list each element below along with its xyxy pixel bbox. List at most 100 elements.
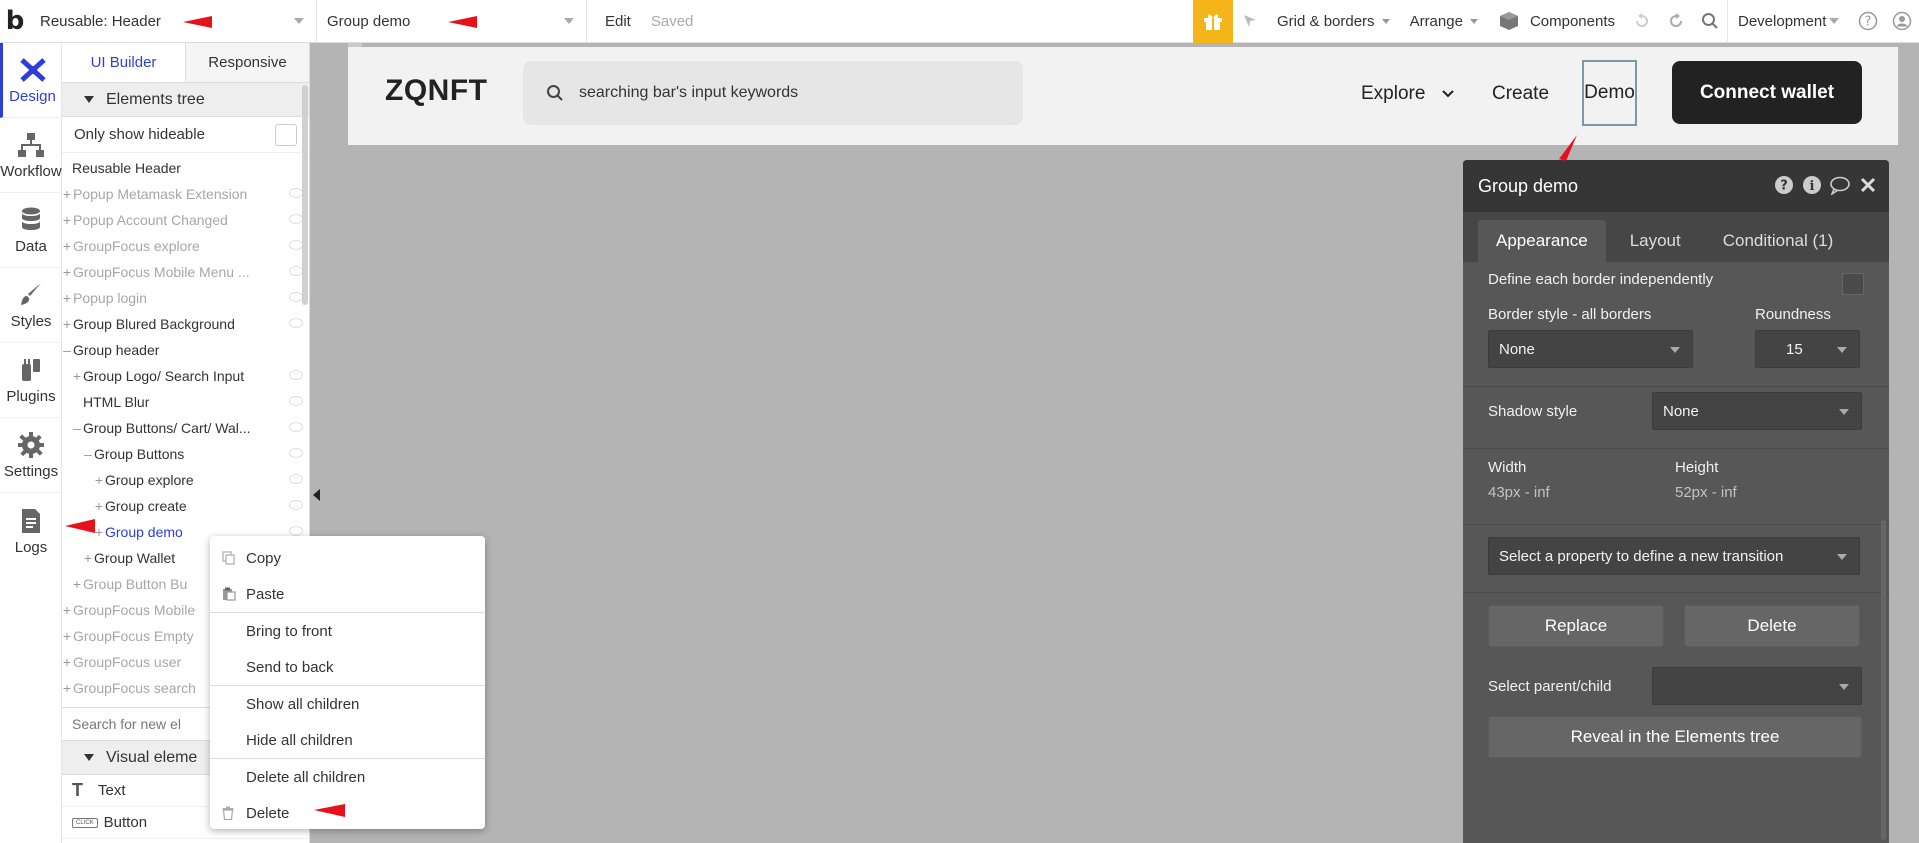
expand-plus-icon[interactable]: + xyxy=(62,212,72,228)
collapse-minus-icon[interactable]: – xyxy=(83,446,93,462)
nav-demo-selected[interactable]: Demo xyxy=(1582,60,1637,126)
reveal-in-tree-button[interactable]: Reveal in the Elements tree xyxy=(1488,716,1862,758)
menu-item-delete-all-children[interactable]: Delete all children xyxy=(210,759,485,795)
tree-item[interactable]: Reusable Header xyxy=(62,155,309,181)
property-editor-scrollbar[interactable] xyxy=(1881,520,1886,840)
account-button[interactable] xyxy=(1885,0,1919,43)
comment-button[interactable] xyxy=(1829,174,1851,196)
rail-item-styles[interactable]: Styles xyxy=(0,268,62,343)
define-border-checkbox[interactable] xyxy=(1842,273,1864,295)
delete-button[interactable]: Delete xyxy=(1684,605,1860,647)
rail-item-logs[interactable]: Logs xyxy=(0,493,62,568)
eye-icon[interactable] xyxy=(289,318,303,328)
tab-layout[interactable]: Layout xyxy=(1612,220,1699,262)
tree-item[interactable]: – Group Buttons xyxy=(62,441,309,467)
tree-item[interactable]: + Popup login xyxy=(62,285,309,311)
property-editor-header[interactable]: Group demo ? i xyxy=(1463,160,1889,212)
info-button[interactable]: i xyxy=(1801,174,1823,196)
select-parent-dropdown[interactable] xyxy=(1652,667,1862,705)
redo-button[interactable] xyxy=(1659,0,1693,43)
element-selector[interactable]: Group demo xyxy=(317,0,587,43)
edit-menu[interactable]: Edit xyxy=(587,0,641,43)
rail-item-design[interactable]: Design xyxy=(0,43,62,118)
rail-item-plugins[interactable]: Plugins xyxy=(0,343,62,418)
shadow-style-select[interactable]: None xyxy=(1652,392,1862,430)
width-value[interactable]: 43px - inf xyxy=(1488,484,1550,501)
expand-plus-icon[interactable]: + xyxy=(94,524,104,540)
help-button[interactable]: ? xyxy=(1773,174,1795,196)
undo-button[interactable] xyxy=(1625,0,1659,43)
eye-icon[interactable] xyxy=(289,422,303,432)
only-show-hideable-checkbox[interactable] xyxy=(275,123,297,146)
expand-plus-icon[interactable]: + xyxy=(72,576,82,592)
tree-item[interactable]: HTML Blur xyxy=(62,389,309,415)
tree-item[interactable]: – Group Buttons/ Cart/ Wal... xyxy=(62,415,309,441)
rail-item-data[interactable]: Data xyxy=(0,193,62,268)
menu-item-bring-to-front[interactable]: Bring to front xyxy=(210,613,485,649)
eye-icon[interactable] xyxy=(289,292,303,302)
replace-button[interactable]: Replace xyxy=(1488,605,1664,647)
expand-plus-icon[interactable]: + xyxy=(62,290,72,306)
expand-plus-icon[interactable]: + xyxy=(62,602,72,618)
elements-tree-header[interactable]: Elements tree xyxy=(62,83,309,117)
tree-item[interactable]: + GroupFocus explore xyxy=(62,233,309,259)
connect-wallet-button[interactable]: Connect wallet xyxy=(1672,61,1862,124)
nav-create[interactable]: Create xyxy=(1492,83,1549,105)
gift-button[interactable] xyxy=(1193,0,1234,43)
nav-explore[interactable]: Explore xyxy=(1361,83,1455,105)
collapse-minus-icon[interactable]: – xyxy=(72,420,82,436)
tab-responsive[interactable]: Responsive xyxy=(186,43,309,82)
canvas-search-bar[interactable]: searching bar's input keywords xyxy=(523,61,1023,125)
menu-item-send-to-back[interactable]: Send to back xyxy=(210,649,485,685)
eye-icon[interactable] xyxy=(289,214,303,224)
rail-item-workflow[interactable]: Workflow xyxy=(0,118,62,193)
expand-plus-icon[interactable]: + xyxy=(62,186,72,202)
eye-icon[interactable] xyxy=(289,474,303,484)
search-button[interactable] xyxy=(1693,0,1727,43)
environment-selector[interactable]: Development xyxy=(1727,0,1851,43)
menu-item-copy[interactable]: Copy xyxy=(210,540,485,576)
tree-item[interactable]: + Group explore xyxy=(62,467,309,493)
expand-plus-icon[interactable]: + xyxy=(62,316,72,332)
select-tool-button[interactable] xyxy=(1233,0,1267,43)
menu-item-hide-all-children[interactable]: Hide all children xyxy=(210,722,485,758)
eye-icon[interactable] xyxy=(289,266,303,276)
expand-plus-icon[interactable]: + xyxy=(83,550,93,566)
tree-item[interactable]: + Group create xyxy=(62,493,309,519)
tab-appearance[interactable]: Appearance xyxy=(1478,220,1606,262)
menu-item-paste[interactable]: Paste xyxy=(210,576,485,612)
menu-item-delete[interactable]: Delete xyxy=(210,795,485,831)
expand-plus-icon[interactable]: + xyxy=(72,368,82,384)
bubble-logo[interactable]: b xyxy=(0,0,30,43)
eye-icon[interactable] xyxy=(289,526,303,536)
border-style-select[interactable]: None xyxy=(1488,330,1693,368)
collapse-minus-icon[interactable]: – xyxy=(62,342,72,358)
expand-plus-icon[interactable]: + xyxy=(94,472,104,488)
eye-icon[interactable] xyxy=(289,188,303,198)
help-button[interactable]: ? xyxy=(1851,0,1885,43)
expand-plus-icon[interactable]: + xyxy=(94,498,104,514)
tab-conditional[interactable]: Conditional (1) xyxy=(1705,220,1852,262)
page-selector[interactable]: Reusable: Header xyxy=(30,0,317,43)
menu-item-show-all-children[interactable]: Show all children xyxy=(210,686,485,722)
expand-plus-icon[interactable]: + xyxy=(62,654,72,670)
components-button[interactable]: Components xyxy=(1488,0,1625,43)
eye-icon[interactable] xyxy=(289,240,303,250)
expand-plus-icon[interactable]: + xyxy=(62,628,72,644)
expand-plus-icon[interactable]: + xyxy=(62,264,72,280)
tree-item[interactable]: + GroupFocus Mobile Menu ... xyxy=(62,259,309,285)
grid-borders-menu[interactable]: Grid & borders xyxy=(1267,0,1400,43)
roundness-input[interactable]: 15 xyxy=(1755,330,1860,368)
expand-plus-icon[interactable]: + xyxy=(62,238,72,254)
panel-scrollbar[interactable] xyxy=(302,85,308,305)
eye-icon[interactable] xyxy=(289,448,303,458)
rail-item-settings[interactable]: Settings xyxy=(0,418,62,493)
tree-item[interactable]: + Group Logo/ Search Input xyxy=(62,363,309,389)
tree-item[interactable]: + Popup Metamask Extension xyxy=(62,181,309,207)
tree-item[interactable]: – Group header xyxy=(62,337,309,363)
eye-icon[interactable] xyxy=(289,500,303,510)
tree-item[interactable]: + Popup Account Changed xyxy=(62,207,309,233)
tab-ui-builder[interactable]: UI Builder xyxy=(62,43,186,82)
eye-icon[interactable] xyxy=(289,396,303,406)
transition-property-select[interactable]: Select a property to define a new transi… xyxy=(1488,537,1860,575)
